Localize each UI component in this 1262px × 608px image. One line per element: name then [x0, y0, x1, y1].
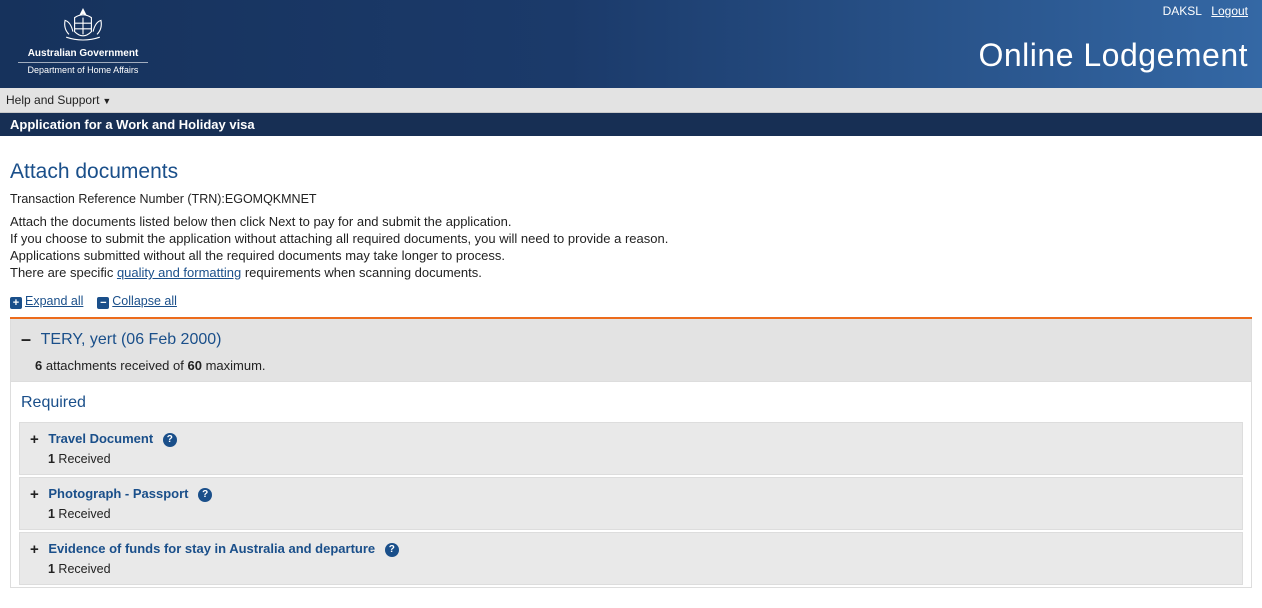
- applicant-section: – TERY, yert (06 Feb 2000) 6 attachments…: [10, 317, 1252, 588]
- form-title-bar: Application for a Work and Holiday visa: [0, 113, 1262, 136]
- expand-item-toggle[interactable]: +: [30, 486, 39, 503]
- required-area: Required + Travel Document ? 1 Received …: [10, 382, 1252, 588]
- doc-title[interactable]: Photograph - Passport: [48, 486, 188, 501]
- app-title: Online Lodgement: [978, 37, 1248, 74]
- instruction-4b: requirements when scanning documents.: [241, 265, 482, 280]
- page-heading: Attach documents: [10, 160, 1252, 184]
- required-item: + Photograph - Passport ? 1 Received: [19, 477, 1243, 530]
- dept-name: Department of Home Affairs: [18, 62, 148, 76]
- trn-value: EGOMQKMNET: [225, 192, 317, 206]
- applicant-header: – TERY, yert (06 Feb 2000) 6 attachments…: [10, 319, 1252, 382]
- received-line: 1 Received: [48, 562, 1232, 576]
- received-count: 1: [48, 507, 55, 521]
- minus-icon: −: [97, 297, 109, 309]
- instruction-4: There are specific quality and formattin…: [10, 265, 1252, 280]
- received-line: 1 Received: [48, 452, 1232, 466]
- instruction-3: Applications submitted without all the r…: [10, 248, 1252, 263]
- applicant-name[interactable]: TERY, yert (06 Feb 2000): [41, 331, 222, 348]
- help-icon[interactable]: ?: [385, 543, 399, 557]
- plus-icon: +: [10, 297, 22, 309]
- collapse-all-link[interactable]: −Collapse all: [97, 294, 177, 308]
- required-heading: Required: [21, 394, 1243, 412]
- app-header: DAKSL Logout Australian Government Depar…: [0, 0, 1262, 88]
- received-label: Received: [55, 452, 111, 466]
- expand-item-toggle[interactable]: +: [30, 431, 39, 448]
- received-count: 1: [48, 562, 55, 576]
- count-mid: attachments received of: [42, 358, 187, 373]
- instruction-1: Attach the documents listed below then c…: [10, 214, 1252, 229]
- chevron-down-icon: ▼: [102, 96, 111, 106]
- collapse-all-label: Collapse all: [112, 294, 177, 308]
- received-label: Received: [55, 562, 111, 576]
- help-menu[interactable]: Help and Support▼: [6, 93, 111, 107]
- user-bar: DAKSL Logout: [1163, 4, 1248, 18]
- instruction-4a: There are specific: [10, 265, 117, 280]
- received-line: 1 Received: [48, 507, 1232, 521]
- count-max: 60: [187, 358, 201, 373]
- form-title: Application for a Work and Holiday visa: [10, 117, 255, 132]
- attachment-count: 6 attachments received of 60 maximum.: [35, 358, 1241, 373]
- gov-logo-block: Australian Government Department of Home…: [18, 6, 148, 76]
- expand-collapse-row: +Expand all −Collapse all: [10, 294, 1252, 309]
- help-icon[interactable]: ?: [163, 433, 177, 447]
- instruction-2: If you choose to submit the application …: [10, 231, 1252, 246]
- logout-link[interactable]: Logout: [1211, 4, 1248, 18]
- toolbar: Help and Support▼: [0, 88, 1262, 113]
- username: DAKSL: [1163, 4, 1202, 18]
- doc-title[interactable]: Travel Document: [48, 431, 153, 446]
- trn-label: Transaction Reference Number (TRN):: [10, 192, 225, 206]
- doc-title[interactable]: Evidence of funds for stay in Australia …: [48, 541, 375, 556]
- received-label: Received: [55, 507, 111, 521]
- required-item: + Travel Document ? 1 Received: [19, 422, 1243, 475]
- count-suffix: maximum.: [202, 358, 266, 373]
- help-menu-label: Help and Support: [6, 93, 99, 107]
- collapse-toggle[interactable]: –: [21, 329, 31, 350]
- coat-of-arms-icon: [18, 6, 148, 46]
- required-item: + Evidence of funds for stay in Australi…: [19, 532, 1243, 585]
- gov-name: Australian Government: [18, 48, 148, 59]
- expand-item-toggle[interactable]: +: [30, 541, 39, 558]
- quality-formatting-link[interactable]: quality and formatting: [117, 265, 241, 280]
- help-icon[interactable]: ?: [198, 488, 212, 502]
- expand-all-link[interactable]: +Expand all: [10, 294, 83, 308]
- received-count: 1: [48, 452, 55, 466]
- main-content: Attach documents Transaction Reference N…: [0, 136, 1262, 608]
- trn-line: Transaction Reference Number (TRN):EGOMQ…: [10, 192, 1252, 206]
- expand-all-label: Expand all: [25, 294, 83, 308]
